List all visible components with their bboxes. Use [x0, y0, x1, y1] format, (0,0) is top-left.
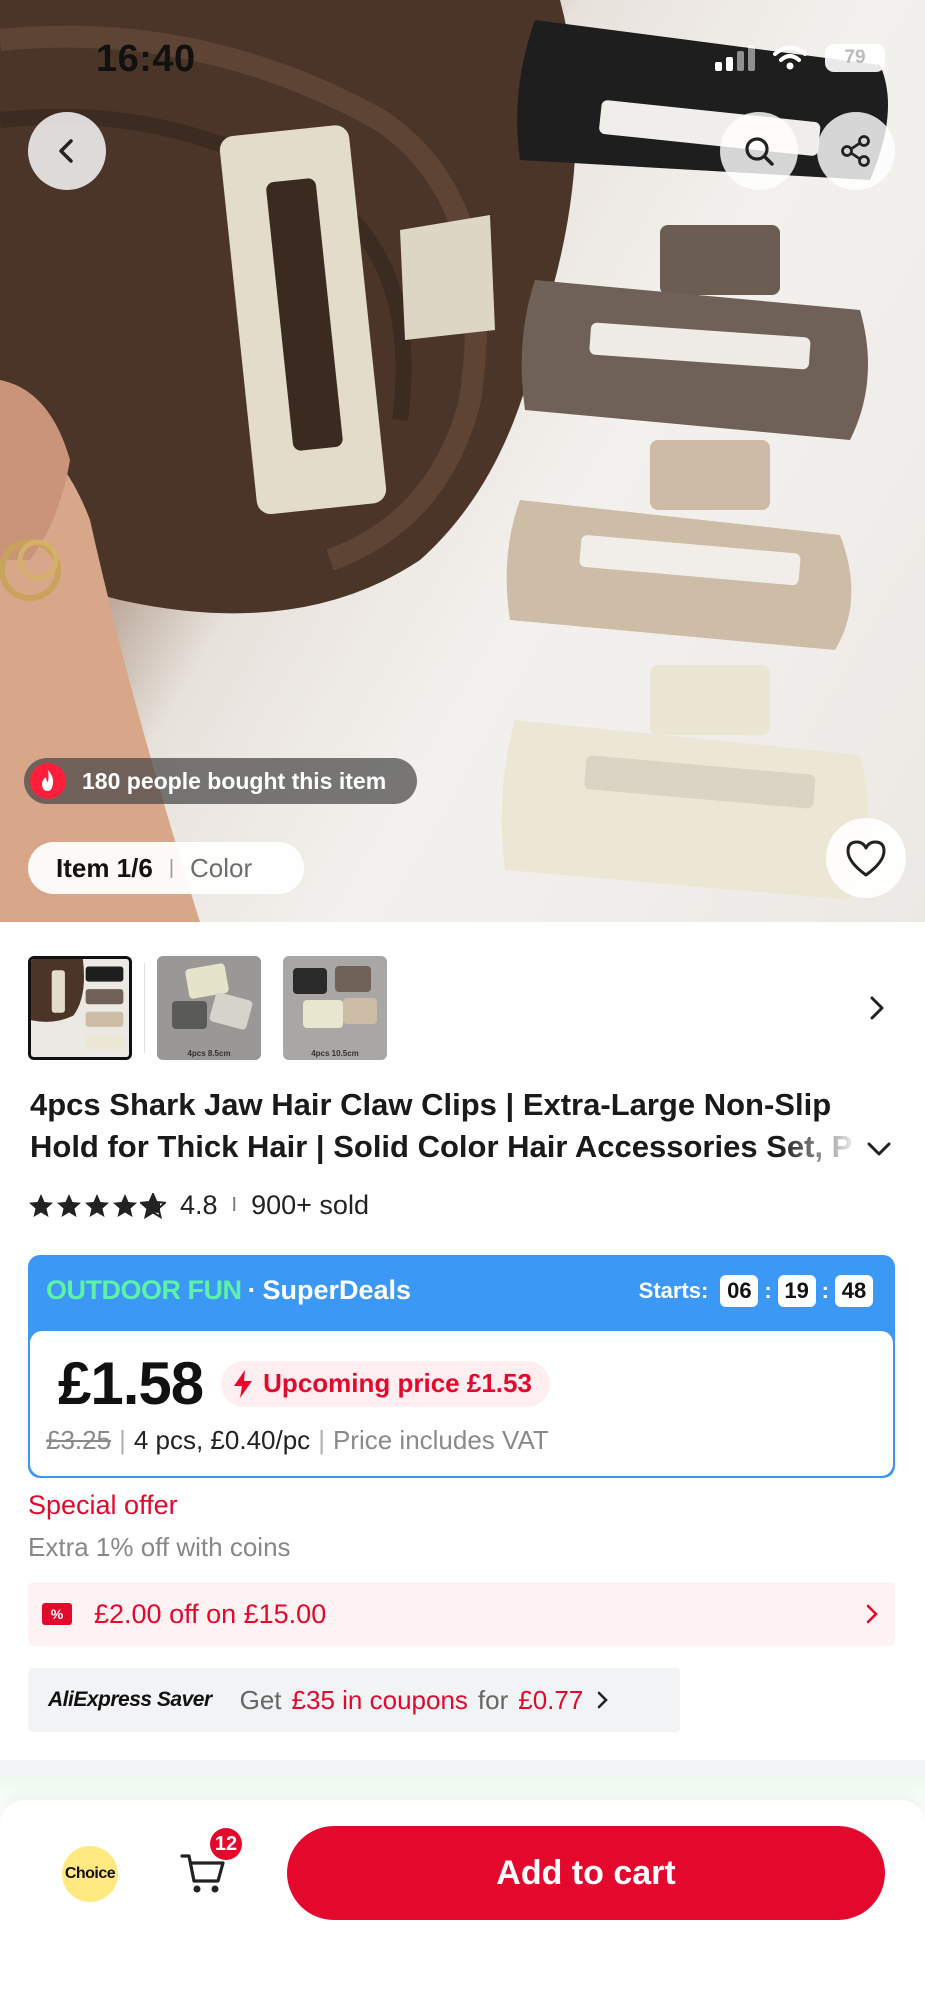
- battery-icon: 79: [825, 44, 885, 72]
- add-to-cart-button[interactable]: Add to cart: [287, 1826, 885, 1920]
- variant-indicator[interactable]: Item 1/6 | Color: [28, 842, 304, 894]
- outdoor-fun-label: OUTDOOR FUN: [46, 1275, 242, 1305]
- star-icon: [85, 1193, 109, 1217]
- saver-for: for: [477, 1684, 509, 1715]
- rating-separator: I: [231, 1194, 238, 1216]
- chevron-left-icon: [59, 139, 73, 163]
- saver-logo-word: Saver: [156, 1688, 212, 1711]
- choice-button[interactable]: Choice: [62, 1846, 118, 1902]
- upcoming-price-badge: Upcoming price £1.53: [221, 1360, 550, 1407]
- price-row: £1.58 Upcoming price £1.53: [58, 1349, 550, 1418]
- bought-count-badge: 180 people bought this item: [24, 758, 417, 804]
- thumbnail-strip: 4pcs 8.5cm 4pcs 10.5cm: [28, 956, 387, 1060]
- aliexpress-saver-bar[interactable]: AliExpress Saver Get £35 in coupons for …: [28, 1668, 680, 1732]
- coupon-icon: %: [42, 1603, 72, 1625]
- price-details: £3.25 | 4 pcs, £0.40/pc | Price includes…: [46, 1425, 549, 1456]
- deal-dot: ·: [247, 1275, 257, 1305]
- countdown-colon: :: [764, 1278, 772, 1303]
- title-fade: [780, 1126, 860, 1168]
- thumbnail-caption: 4pcs 8.5cm: [187, 1049, 231, 1058]
- chevron-right-icon: [598, 1691, 609, 1709]
- chevron-down-icon[interactable]: [864, 1134, 894, 1164]
- cellular-signal-icon: [715, 45, 755, 71]
- item-separator: |: [168, 856, 175, 879]
- unit-price: 4 pcs, £0.40/pc: [133, 1425, 311, 1455]
- wifi-icon: [773, 45, 807, 70]
- saver-price: £0.77: [518, 1684, 584, 1715]
- deal-header: OUTDOOR FUN · SuperDeals: [46, 1275, 411, 1306]
- thumbnail-1[interactable]: [28, 956, 132, 1060]
- rating-row[interactable]: 4.8 I 900+ sold: [28, 1190, 369, 1221]
- coupon-text: £2.00 off on £15.00: [94, 1598, 327, 1629]
- vat-note: Price includes VAT: [332, 1425, 549, 1455]
- status-icons: 79: [715, 44, 885, 72]
- saver-logo-brand: AliExpress: [48, 1688, 152, 1711]
- superdeals-card[interactable]: OUTDOOR FUN · SuperDeals Starts: 06 : 19…: [28, 1255, 895, 1478]
- thumbnail-2[interactable]: 4pcs 8.5cm: [157, 956, 261, 1060]
- saver-get: Get: [239, 1684, 282, 1715]
- item-color-label: Color: [190, 852, 253, 883]
- product-title-container[interactable]: 4pcs Shark Jaw Hair Claw Clips | Extra-L…: [30, 1084, 860, 1168]
- lightning-icon: [234, 1369, 253, 1398]
- bought-count-text: 180 people bought this item: [82, 767, 387, 794]
- thumbnail-image: [157, 956, 261, 1060]
- cart-count-badge: 12: [210, 1828, 242, 1860]
- price-separator: |: [119, 1425, 126, 1455]
- fire-icon: [30, 763, 66, 799]
- sold-count: 900+ sold: [251, 1190, 369, 1220]
- countdown-seconds: 48: [835, 1275, 873, 1307]
- thumbnail-image: [283, 956, 387, 1060]
- upcoming-price-text: Upcoming price £1.53: [263, 1368, 532, 1398]
- section-separator: [0, 1760, 925, 1776]
- star-icon: [113, 1193, 137, 1217]
- chevron-right-icon: [866, 1604, 878, 1624]
- aliexpress-saver-logo: AliExpress Saver: [48, 1688, 212, 1712]
- coins-discount: Extra 1% off with coins: [28, 1532, 291, 1562]
- rating-value: 4.8: [180, 1190, 218, 1220]
- search-icon: [745, 137, 774, 166]
- current-price: £1.58: [58, 1350, 204, 1417]
- deal-countdown: Starts: 06 : 19 : 48: [639, 1275, 877, 1307]
- original-price: £3.25: [46, 1425, 112, 1455]
- product-image-gallery[interactable]: 16:40 79 180 people bought this item Ite…: [0, 0, 925, 922]
- product-title: 4pcs Shark Jaw Hair Claw Clips | Extra-L…: [30, 1087, 853, 1164]
- wishlist-button[interactable]: [826, 818, 906, 898]
- special-offer-label: Special offer: [28, 1490, 178, 1520]
- item-counter: Item 1/6: [56, 852, 153, 883]
- search-button[interactable]: [720, 112, 798, 190]
- price-separator: |: [318, 1425, 325, 1455]
- saver-coupons: £35 in coupons: [291, 1684, 468, 1715]
- thumbnail-caption: 4pcs 10.5cm: [311, 1049, 359, 1058]
- star-icon: [57, 1193, 81, 1217]
- chevron-right-icon[interactable]: [862, 990, 892, 1026]
- countdown-minutes: 19: [777, 1275, 816, 1307]
- status-time: 16:40: [96, 38, 196, 80]
- deal-price-panel: £1.58 Upcoming price £1.53 £3.25 | 4 pcs…: [30, 1331, 893, 1476]
- share-icon: [841, 135, 870, 167]
- share-button[interactable]: [817, 112, 895, 190]
- countdown-colon: :: [821, 1278, 829, 1303]
- thumbnail-divider: [144, 963, 145, 1053]
- back-button[interactable]: [28, 112, 106, 190]
- star-half-icon: [140, 1192, 166, 1219]
- thumbnail-3[interactable]: 4pcs 10.5cm: [283, 956, 387, 1060]
- superdeals-label: SuperDeals: [262, 1275, 412, 1305]
- thumbnail-image: [31, 959, 129, 1057]
- coupon-bar[interactable]: % £2.00 off on £15.00: [28, 1582, 895, 1646]
- heart-icon: [846, 840, 886, 877]
- starts-label: Starts:: [638, 1278, 709, 1303]
- star-icon: [29, 1193, 53, 1217]
- countdown-hours: 06: [720, 1275, 759, 1307]
- star-rating: [28, 1192, 166, 1219]
